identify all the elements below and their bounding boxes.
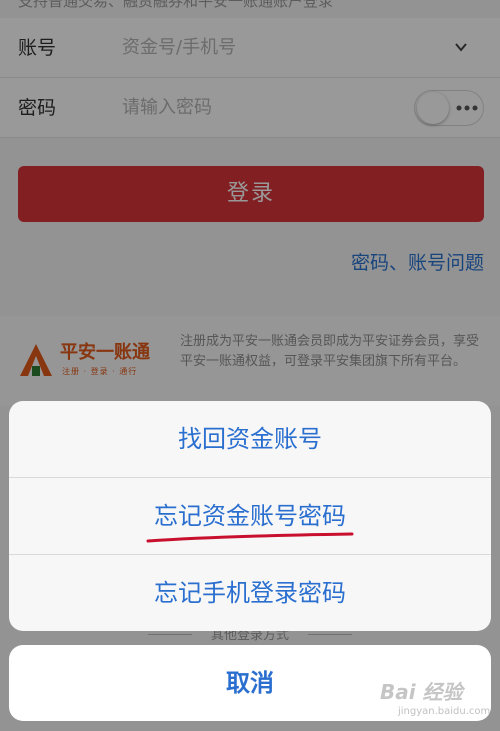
watermark-brand: Bai 经验: [380, 680, 463, 704]
recover-account-option[interactable]: 找回资金账号: [9, 401, 491, 478]
action-sheet: 找回资金账号 忘记资金账号密码 忘记手机登录密码: [9, 401, 491, 631]
watermark-url: jingyan.baidu.com: [398, 706, 491, 717]
forgot-phone-password-option[interactable]: 忘记手机登录密码: [9, 555, 491, 631]
baidu-watermark: Bai 经验 jingyan.baidu.com: [380, 676, 492, 726]
red-underline-annotation: [146, 532, 354, 543]
